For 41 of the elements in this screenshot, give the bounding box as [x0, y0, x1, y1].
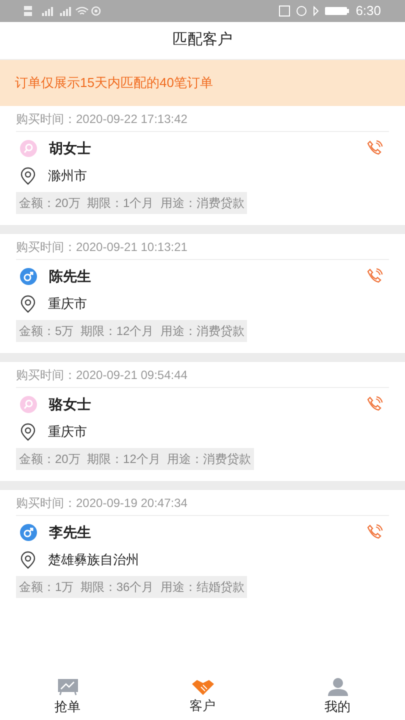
customer-name: 陈先生: [49, 266, 92, 286]
loan-details: 金额：20万 期限：12个月 用途：消费贷款: [16, 448, 254, 470]
chart-icon: [58, 678, 78, 696]
loan-details: 金额：20万 期限：1个月 用途：消费贷款: [16, 192, 248, 214]
customer-city: 滁州市: [48, 167, 87, 186]
location-pin-icon: [20, 295, 36, 313]
person-icon: [328, 678, 348, 696]
tab-button[interactable]: 抢单: [0, 675, 135, 720]
purchase-time: 购买时间：2020-09-21 09:54:44: [16, 366, 188, 384]
loan-details: 金额：5万 期限：12个月 用途：消费贷款: [16, 320, 248, 342]
location-pin-icon: [20, 167, 36, 185]
customer-name: 胡女士: [49, 138, 92, 158]
tab-button[interactable]: 客户: [135, 675, 270, 720]
page-title: 匹配客户: [172, 30, 232, 50]
location-pin-icon: [20, 551, 36, 569]
customer-city: 楚雄彝族自治州: [48, 551, 139, 570]
alarm-icon: [296, 5, 307, 17]
male-avatar-icon: [20, 524, 37, 540]
loan-details: 金额：1万 期限：36个月 用途：结婚贷款: [16, 576, 248, 598]
customer-city: 重庆市: [48, 423, 87, 442]
tab-button[interactable]: 我的: [270, 675, 405, 720]
handshake-icon: [192, 679, 214, 696]
female-avatar-icon: [20, 140, 37, 156]
phone-icon[interactable]: [367, 268, 383, 284]
battery-icon: [324, 5, 350, 17]
customer-city: 重庆市: [48, 295, 87, 314]
status-time: 6:30: [356, 2, 381, 20]
notice-text: 订单仅展示15天内匹配的40笔订单: [15, 74, 213, 92]
male-avatar-icon: [20, 268, 37, 284]
location-pin-icon: [20, 423, 36, 441]
phone-icon[interactable]: [367, 396, 383, 412]
nfc-icon: [278, 5, 290, 17]
purchase-time: 购买时间：2020-09-19 20:47:34: [16, 494, 188, 512]
female-avatar-icon: [20, 396, 37, 412]
phone-icon[interactable]: [367, 524, 383, 540]
bluetooth-icon: [312, 5, 319, 17]
phone-icon[interactable]: [367, 140, 383, 156]
customer-name: 骆女士: [49, 394, 92, 414]
purchase-time: 购买时间：2020-09-21 10:13:21: [16, 238, 188, 256]
customer-name: 李先生: [49, 522, 92, 542]
purchase-time: 购买时间：2020-09-22 17:13:42: [16, 110, 188, 128]
